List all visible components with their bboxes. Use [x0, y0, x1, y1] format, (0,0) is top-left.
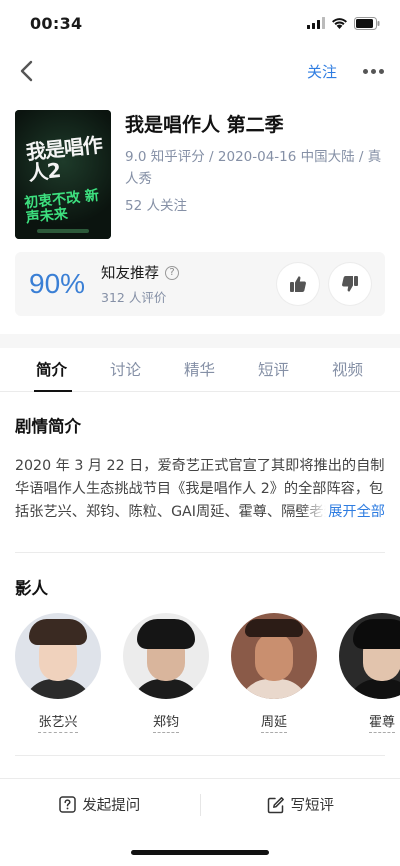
avatar [339, 613, 400, 699]
recommend-card: 90% 知友推荐 ? 312 人评价 [15, 252, 385, 316]
recommend-text: 知友推荐 ? 312 人评价 [101, 262, 267, 306]
wifi-icon [332, 18, 347, 29]
question-icon [59, 796, 76, 813]
tab-discussion[interactable]: 讨论 [89, 347, 163, 391]
tab-intro[interactable]: 简介 [15, 347, 89, 392]
recommend-label-row: 知友推荐 ? [101, 262, 267, 283]
cast-member[interactable]: 霍尊 [339, 613, 400, 733]
show-meta-line: 9.0 知乎评分 / 2020-04-16 中国大陆 / 真人秀 [125, 149, 382, 187]
cast-name: 张艺兴 [38, 711, 78, 733]
write-review-button[interactable]: 写短评 [201, 794, 400, 815]
tab-short-reviews[interactable]: 短评 [237, 347, 311, 391]
avatar [231, 613, 317, 699]
status-icons [307, 16, 380, 30]
avatar [123, 613, 209, 699]
thumb-up-icon [290, 276, 306, 292]
cast-title: 影人 [15, 579, 48, 598]
cast-list: 张艺兴 郑钧 周延 霍尊 [0, 613, 400, 733]
tab-bar: 简介 讨论 精华 短评 视频 [0, 348, 400, 392]
ask-question-button[interactable]: 发起提问 [0, 794, 200, 815]
divider [15, 755, 385, 756]
nav-bar: 关注 [0, 46, 400, 96]
synopsis-text-box: 2020 年 3 月 22 日，爱奇艺正式官宣了其即将推出的自制华语唱作人生态挑… [0, 455, 400, 524]
avatar [15, 613, 101, 699]
synopsis-title: 剧情简介 [15, 417, 81, 436]
show-meta: 我是唱作人 第二季 9.0 知乎评分 / 2020-04-16 中国大陆 / 真… [125, 110, 385, 238]
cast-member[interactable]: 周延 [231, 613, 317, 733]
signal-icon [307, 17, 325, 29]
show-info: 我是唱作人2 初衷不改 新声未来 我是唱作人 第二季 9.0 知乎评分 / 20… [0, 96, 400, 239]
divider [15, 552, 385, 553]
cast-member[interactable]: 张艺兴 [15, 613, 101, 733]
tab-videos[interactable]: 视频 [311, 347, 385, 391]
cast-name: 郑钧 [152, 711, 179, 733]
thumb-down-button[interactable] [329, 263, 371, 305]
edit-icon [267, 796, 284, 813]
section-gap [0, 334, 400, 348]
home-indicator [131, 850, 269, 855]
show-title: 我是唱作人 第二季 [125, 114, 284, 136]
followers-count: 52 人关注 [125, 198, 187, 214]
thumb-down-icon [342, 276, 358, 292]
cast-name: 周延 [260, 711, 287, 733]
tab-featured[interactable]: 精华 [163, 347, 237, 391]
show-poster[interactable]: 我是唱作人2 初衷不改 新声未来 [15, 110, 111, 239]
status-time: 00:34 [30, 13, 83, 33]
battery-icon [354, 16, 380, 30]
more-icon[interactable] [363, 65, 384, 78]
ask-question-label: 发起提问 [82, 798, 141, 814]
follow-button[interactable]: 关注 [307, 61, 337, 82]
nav-actions: 关注 [307, 61, 384, 82]
help-icon[interactable]: ? [165, 265, 179, 280]
recommend-label: 知友推荐 [101, 266, 159, 282]
back-icon[interactable] [16, 59, 38, 83]
write-review-label: 写短评 [290, 798, 335, 814]
expand-wrap: 展开全部 [300, 501, 385, 524]
bottom-action-bar: 发起提问 写短评 [0, 778, 400, 830]
recommend-percent: 90% [29, 268, 86, 299]
thumb-up-button[interactable] [277, 263, 319, 305]
expand-all-link[interactable]: 展开全部 [328, 501, 385, 524]
poster-title: 我是唱作人2 [24, 132, 103, 186]
cast-member[interactable]: 郑钧 [123, 613, 209, 733]
cast-name: 霍尊 [368, 711, 395, 733]
status-bar: 00:34 [0, 0, 400, 46]
recommend-count: 312 人评价 [101, 290, 167, 305]
